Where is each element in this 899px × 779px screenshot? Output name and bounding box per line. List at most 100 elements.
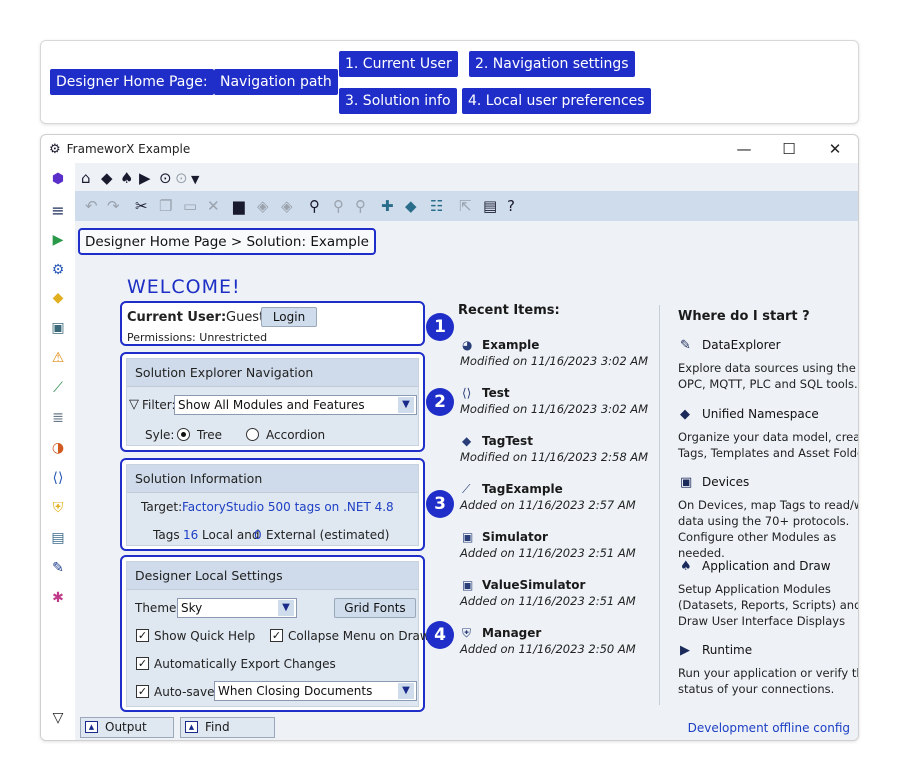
navigation-header: Solution Explorer Navigation: [127, 359, 418, 387]
local-settings-panel: Designer Local Settings Theme: Sky ▼ Gri…: [126, 561, 430, 707]
tags-icon[interactable]: ◆: [50, 290, 66, 306]
cut-icon[interactable]: ✂: [135, 197, 148, 215]
find-icon[interactable]: ⚲: [309, 197, 320, 215]
show-quick-help-checkbox[interactable]: ✓: [136, 629, 149, 642]
output-tab[interactable]: ▲ Output: [80, 717, 174, 738]
minimize-button[interactable]: —: [734, 140, 754, 158]
autosave-checkbox[interactable]: ✓: [136, 685, 149, 698]
displays-icon[interactable]: ▤: [50, 530, 66, 546]
device-icon: ▣: [462, 578, 474, 592]
recent-item-name: Example: [482, 338, 540, 352]
collapse-menu-label: Collapse Menu on Draw: [288, 629, 430, 643]
reports-icon[interactable]: ◑: [50, 440, 66, 456]
delete-icon[interactable]: ✕: [207, 197, 220, 215]
copy-icon[interactable]: ❐: [159, 197, 172, 215]
grid-fonts-button[interactable]: Grid Fonts: [334, 598, 416, 618]
start-item-desc: Explore data sources using the OPC, MQTT…: [678, 361, 858, 391]
style-label: Syle:: [145, 428, 175, 442]
start-item-heading: Devices: [702, 475, 750, 489]
comment-icon[interactable]: ▤: [483, 197, 497, 215]
tags-prefix: Tags: [153, 528, 180, 542]
target-value[interactable]: FactoryStudio 500 tags on .NET 4.8: [182, 500, 394, 514]
forward-icon[interactable]: ⊙: [175, 169, 188, 187]
find-results-tab[interactable]: ▲ Find Results: [180, 717, 275, 740]
close-button[interactable]: ✕: [825, 140, 845, 158]
current-user-section: Current User: Guest Login Permissions: U…: [120, 301, 425, 346]
open-external-icon[interactable]: ⇱: [459, 197, 472, 215]
find-results-label: Find Results: [205, 720, 248, 740]
undo-icon[interactable]: ↶: [85, 197, 98, 215]
scripts-icon[interactable]: ⟨⟩: [50, 470, 66, 486]
maximize-button[interactable]: ☐: [779, 140, 799, 158]
security-icon[interactable]: ⛨: [50, 500, 66, 516]
annotation-navigation-path: Navigation path: [214, 69, 338, 95]
chevron-down-icon: ▼: [278, 600, 294, 616]
annotation-card: Designer Home Page: Navigation path 1. C…: [40, 40, 859, 124]
find-next-icon[interactable]: ⚲: [333, 197, 344, 215]
tag-icon: ◆: [462, 434, 472, 448]
import-icon[interactable]: ◈: [257, 197, 269, 215]
start-item-desc: Setup Application Modules (Datasets, Rep…: [678, 582, 859, 628]
home-icon[interactable]: ⌂: [81, 169, 91, 187]
recent-item-name: TagTest: [482, 434, 533, 448]
chevron-down-icon: ▼: [398, 397, 414, 413]
theme-select[interactable]: Sky ▼: [177, 598, 297, 618]
window-title: FrameworX Example: [66, 142, 191, 156]
database-icon[interactable]: ≣: [50, 410, 66, 426]
divider: [659, 305, 660, 705]
autosave-select[interactable]: When Closing Documents ▼: [214, 681, 417, 701]
export-icon[interactable]: ◈: [281, 197, 293, 215]
autosave-value: When Closing Documents: [218, 684, 373, 698]
menu-icon[interactable]: ≡: [50, 203, 66, 219]
historian-icon[interactable]: ⟋: [50, 380, 66, 396]
app-gear-icon: ⚙: [49, 141, 61, 157]
recent-item-date: Added on 11/16/2023 2:57 AM: [460, 498, 636, 512]
recent-item-name: Test: [482, 386, 510, 400]
badge-2: 2: [426, 388, 454, 416]
start-item-desc: Run your application or verify the statu…: [678, 666, 859, 696]
local-settings-header: Designer Local Settings: [127, 562, 418, 590]
runtime-play-icon[interactable]: ▶: [139, 169, 151, 187]
recent-items-title: Recent Items:: [458, 303, 560, 318]
recent-item-name: Manager: [482, 626, 542, 640]
tree-icon[interactable]: ☷: [430, 197, 443, 215]
edit-tags-icon[interactable]: ◆: [405, 197, 417, 215]
welcome-heading: WELCOME!: [127, 276, 241, 298]
find-prev-icon[interactable]: ⚲: [355, 197, 366, 215]
login-button[interactable]: Login: [261, 307, 317, 327]
paste-icon[interactable]: ▭: [183, 197, 197, 215]
auto-export-checkbox[interactable]: ✓: [136, 657, 149, 670]
wrench-icon[interactable]: ✎: [50, 560, 66, 576]
device-icon[interactable]: ▣: [50, 320, 66, 336]
print-icon[interactable]: ▆: [233, 197, 245, 215]
filter-select[interactable]: Show All Modules and Features ▼: [174, 395, 417, 415]
start-item-desc: Organize your data model, creating Tags,…: [678, 430, 859, 460]
back-icon[interactable]: ⊙: [159, 169, 172, 187]
target-label: Target:: [141, 500, 183, 514]
filter-icon[interactable]: ▽: [50, 710, 66, 726]
recent-item-date: Added on 11/16/2023 2:51 AM: [460, 546, 636, 560]
extensions-icon[interactable]: ✱: [50, 590, 66, 606]
breadcrumb[interactable]: Designer Home Page > Solution: Example: [78, 228, 376, 255]
alarm-icon[interactable]: ⚠: [50, 350, 66, 366]
expand-up-icon: ▲: [185, 721, 198, 733]
redo-icon[interactable]: ↷: [107, 197, 120, 215]
tag-icon[interactable]: ◆: [101, 169, 113, 187]
history-dropdown-icon[interactable]: ▼: [191, 171, 199, 189]
runtime-icon[interactable]: ▶: [50, 232, 66, 248]
autosave-label: Auto-save:: [154, 685, 219, 699]
add-tag-icon[interactable]: ✚: [381, 197, 394, 215]
tree-radio[interactable]: [177, 428, 190, 441]
settings-gear-icon[interactable]: ⚙: [50, 262, 66, 278]
edit-toolbar: ↶ ↷ ✂ ❐ ▭ ✕ ▆ ◈ ◈ ⚲ ⚲ ⚲ ✚ ◆ ☷ ⇱ ▤ ?: [75, 191, 858, 221]
help-icon[interactable]: ?: [507, 197, 515, 215]
paint-icon[interactable]: ♠: [120, 169, 133, 187]
badge-1: 1: [426, 313, 454, 341]
recent-item-date: Added on 11/16/2023 2:50 AM: [460, 642, 636, 656]
show-quick-help-label: Show Quick Help: [154, 629, 256, 643]
wrench-icon: ✎: [680, 338, 691, 353]
accordion-radio[interactable]: [246, 428, 259, 441]
collapse-menu-checkbox[interactable]: ✓: [270, 629, 283, 642]
status-text[interactable]: Development offline config: [688, 721, 850, 735]
hexagon-icon[interactable]: ⬢: [50, 171, 66, 187]
